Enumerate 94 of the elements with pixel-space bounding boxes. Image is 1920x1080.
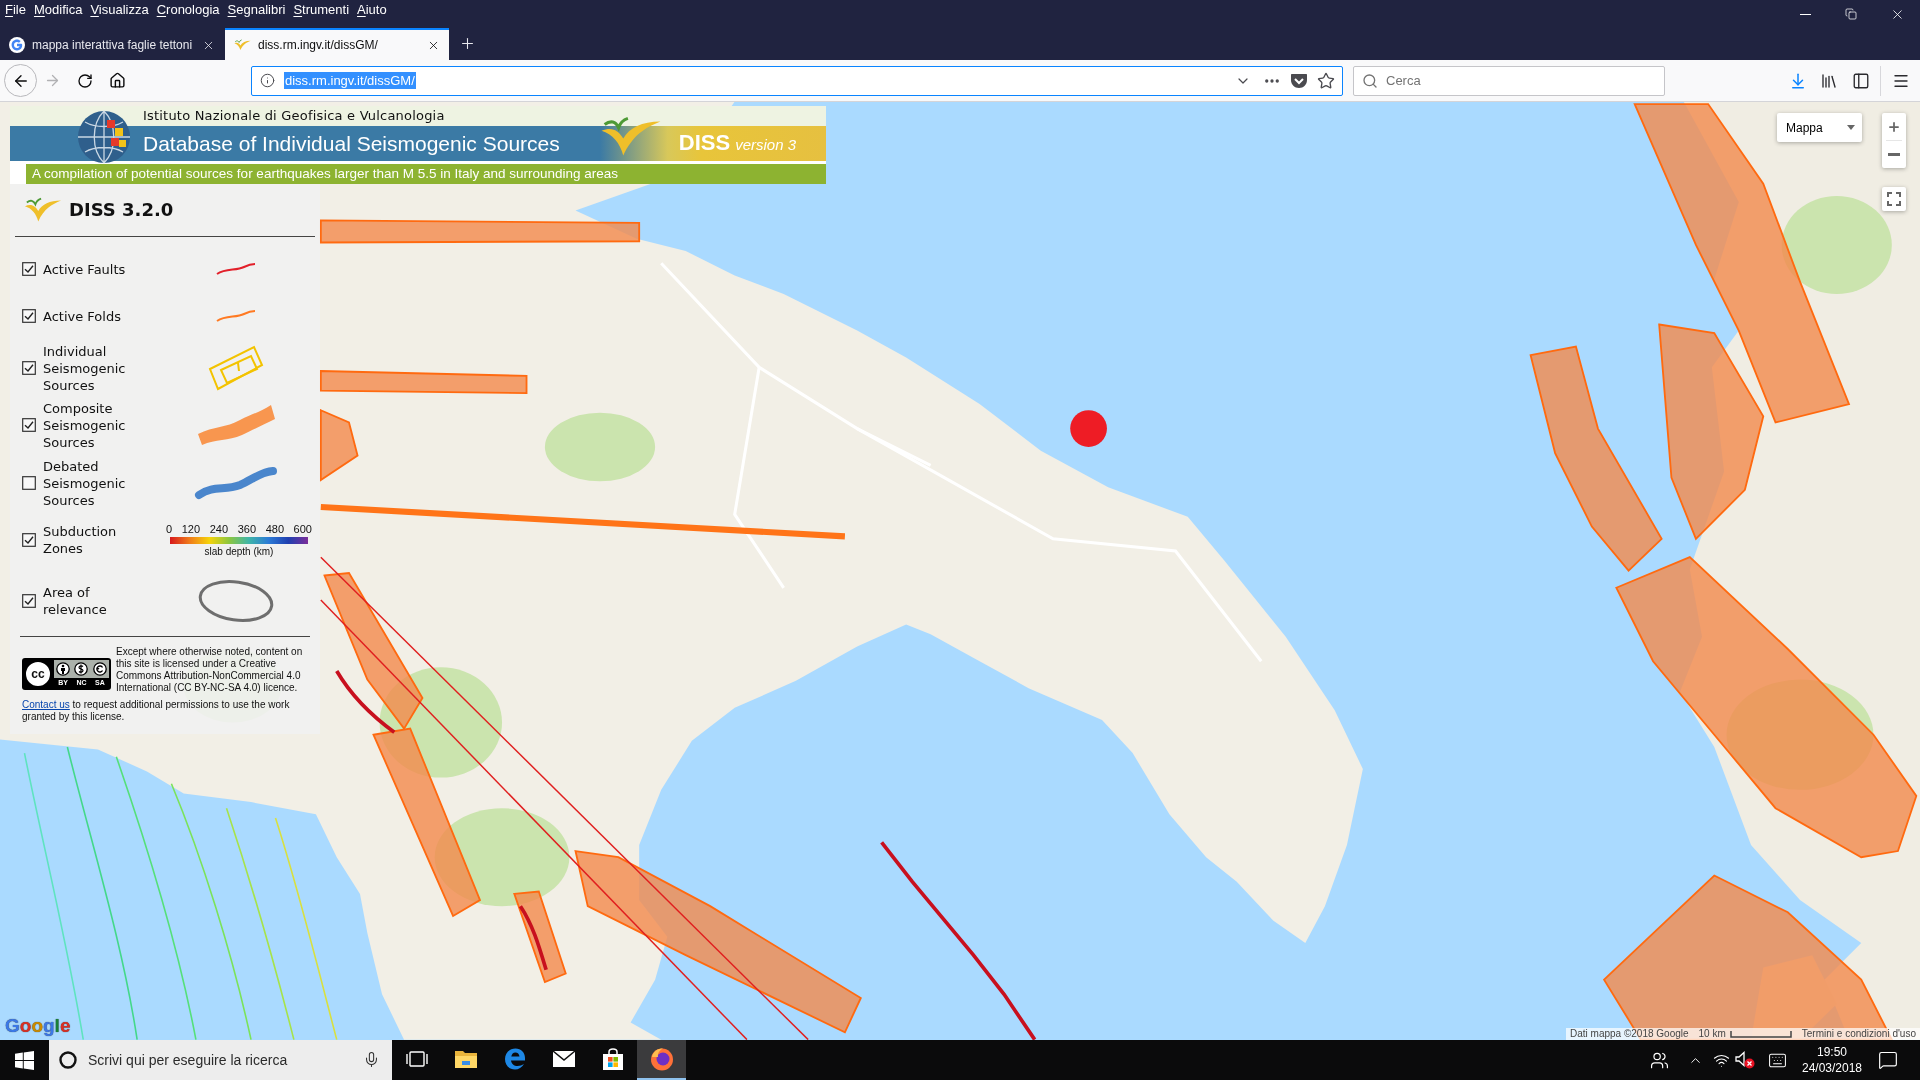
home-icon[interactable] [109, 72, 126, 89]
map-logo: Google [5, 1015, 71, 1036]
tab[interactable]: mappa interattiva faglie tettoni [0, 28, 224, 60]
fullscreen-button[interactable] [1882, 187, 1906, 211]
plus-icon [1887, 119, 1901, 134]
scale-tick-label: 600 [293, 522, 312, 535]
checkbox[interactable] [22, 418, 36, 432]
menu-item[interactable]: File [5, 1, 26, 19]
fault-line-icon [216, 263, 256, 275]
circle-logo-icon [649, 1047, 674, 1071]
scale-tick-label: 120 [181, 522, 201, 535]
people-icon[interactable] [1650, 1050, 1669, 1070]
legend-label: Active Folds [43, 307, 122, 325]
ring-icon [59, 1051, 77, 1069]
checkbox[interactable] [22, 476, 36, 490]
scale-tick-label: 240 [209, 522, 229, 535]
checkbox[interactable] [22, 361, 36, 375]
library-icon[interactable] [1820, 71, 1838, 90]
taskbar-app-button[interactable] [637, 1040, 686, 1080]
swoosh-logo-icon [234, 39, 251, 51]
legend-label: Debated Seismogenic Sources [43, 457, 127, 509]
menu-item[interactable]: Segnalibri [227, 1, 286, 19]
g-logo-icon [9, 37, 25, 53]
bookmark-star-icon[interactable] [1317, 71, 1335, 90]
institute-name: Istituto Nazionale di Geofisica e Vulcanologia [143, 108, 445, 124]
notification-icon[interactable] [1878, 1050, 1898, 1070]
cc-logo: cc [24, 660, 52, 688]
search-field[interactable]: Cerca [1353, 65, 1665, 96]
legend-label: Area of relevance [43, 584, 108, 618]
search-icon [1362, 72, 1378, 89]
contact-link[interactable]: Contact us [22, 699, 70, 710]
legend-label: Subduction Zones [43, 523, 118, 557]
checkbox[interactable] [22, 533, 36, 547]
composite-band-icon [196, 404, 276, 446]
reload-icon[interactable] [77, 72, 93, 89]
license-text: Except where otherwise noted, content on this site is licensed under a Creative Commons Attribution-NonCommercial 4.0 International (CC BY-NC-SA 4.0) licence. [116, 646, 304, 694]
version-name: DISS [678, 130, 731, 156]
wavy-band-icon [194, 465, 278, 501]
menu-item[interactable]: Strumenti [293, 1, 350, 19]
shopping-bag-icon [601, 1047, 624, 1071]
microphone-icon[interactable] [363, 1051, 380, 1068]
share-alike-icon [92, 662, 107, 676]
caret-down-icon [1847, 125, 1855, 130]
e-logo-icon [502, 1047, 527, 1071]
checkbox[interactable] [22, 594, 36, 608]
legend-label: Active Faults [43, 260, 127, 278]
clock-date[interactable]: 24/03/2018 [1801, 1060, 1863, 1076]
scale-tick-label: 360 [237, 522, 257, 535]
checkbox[interactable] [22, 309, 36, 323]
taskbar-search-field[interactable]: Scrivi qui per eseguire la ricerca [49, 1040, 392, 1080]
envelope-icon [551, 1050, 576, 1068]
version-number: version 3 [735, 135, 796, 155]
scale-label: 10 km [1698, 1028, 1726, 1040]
map-attribution: Dati mappa ©2018 Google [1570, 1028, 1689, 1040]
scale-bar-icon [1729, 1030, 1792, 1038]
legend-label: Individual Seismogenic Sources [43, 342, 127, 394]
banner-subtitle: A compilation of potential sources for earthquakes larger than M 5.5 in Italy and surrounding areas [32, 165, 619, 183]
fullscreen-icon [1887, 192, 1901, 206]
scale-caption: slab depth (km) [204, 545, 274, 558]
scale-tick-label: 480 [265, 522, 284, 535]
menu-item[interactable]: Visualizza [90, 1, 149, 19]
database-title: Database of Individual Seismogenic Sources [143, 130, 560, 157]
task-view-icon [405, 1051, 428, 1067]
sidebar-icon[interactable] [1852, 71, 1870, 90]
tab[interactable]: diss.rm.ingv.it/dissGM/ [225, 28, 449, 60]
person-icon [56, 662, 71, 676]
scale-tick-label: 0 [166, 522, 173, 535]
download-icon[interactable] [1789, 71, 1807, 90]
minus-icon [1888, 153, 1900, 156]
back-button[interactable] [4, 64, 37, 97]
checkbox[interactable] [22, 262, 36, 276]
clock-time[interactable]: 19:50 [1817, 1044, 1847, 1060]
contact-text: Contact us to request additional permissions to use the work granted by this license. [21, 699, 291, 723]
terms-link[interactable]: Termini e condizioni d'uso [1801, 1028, 1916, 1040]
ellipse-outline-icon [197, 578, 275, 624]
legend-title: DISS 3.2.0 [69, 199, 174, 221]
map-type-dropdown[interactable]: Mappa [1777, 113, 1862, 142]
globe-logo-icon [77, 110, 131, 164]
swoosh-logo-icon [24, 197, 62, 223]
legend-label: Composite Seismogenic Sources [43, 399, 127, 451]
info-icon[interactable] [260, 73, 275, 88]
folder-icon [453, 1049, 478, 1069]
dollar-icon [74, 662, 89, 676]
restore-icon[interactable] [1845, 8, 1857, 20]
menu-item[interactable]: Modifica [33, 1, 83, 19]
marker-dot-icon[interactable] [1070, 410, 1107, 447]
menu-item[interactable]: Aiuto [357, 1, 387, 19]
windows-logo-icon[interactable] [15, 1050, 34, 1070]
fold-line-icon [216, 310, 256, 322]
volume-muted-icon[interactable] [1735, 1051, 1755, 1069]
chevron-shield-icon[interactable] [1290, 72, 1308, 89]
menu-item[interactable]: Cronologia [156, 1, 220, 19]
minimize-icon[interactable] [1799, 13, 1811, 15]
new-tab-icon[interactable] [459, 35, 476, 52]
